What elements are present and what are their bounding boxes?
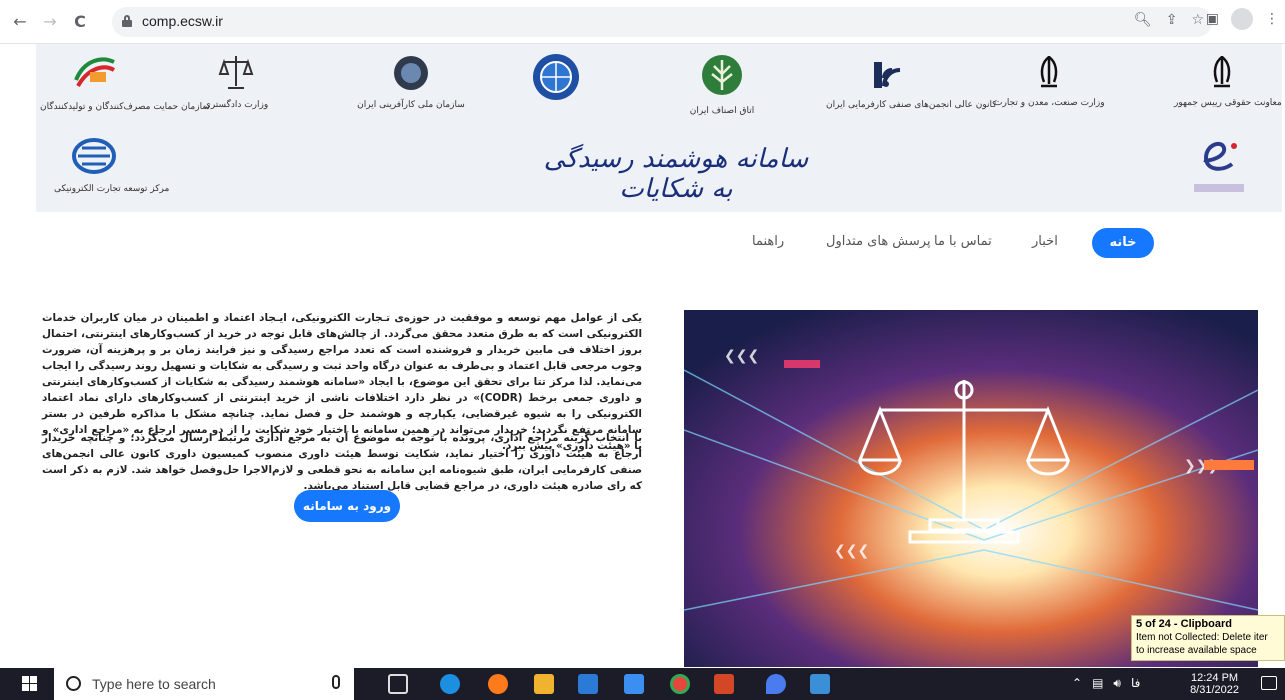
logo-national-entrepreneurship: سازمان ملی کارآفرینی ایران [356,54,466,110]
profile-avatar-icon[interactable] [1231,8,1253,30]
photos-icon[interactable] [810,674,830,694]
file-explorer-icon[interactable] [534,674,554,694]
bookmark-star-icon[interactable]: ☆ [1191,12,1204,28]
mail-icon[interactable] [624,674,644,694]
menu-item-news[interactable]: اخبار [1032,234,1058,249]
microphone-icon[interactable] [332,675,340,689]
enter-system-button[interactable]: ورود به سامانه [294,490,400,522]
signal-waves-icon [874,62,901,88]
address-bar[interactable]: comp.ecsw.ir 🔍︎ ⇪ ☆ [112,7,1212,37]
clipboard-message-line-2: to increase available space [1136,645,1257,656]
globe-seal-icon [533,54,579,100]
system-tray: ⌃ ▤ 🔊︎ فا [1072,676,1140,691]
logo-ministry-industry: وزارت صنعت، معدن و تجارت [994,54,1105,108]
notification-center-icon[interactable] [1261,676,1277,690]
chrome-icon[interactable] [670,674,690,694]
windows-taskbar: Type here to search ⌃ ▤ 🔊︎ فا 12:24 PM 8… [0,668,1285,700]
logo-e-namad [1184,136,1254,192]
logo-ecommerce-center: مرکز توسعه تجارت الکترونیکی [54,136,169,194]
menu-item-home[interactable]: خانه [1092,228,1154,258]
language-indicator[interactable]: فا [1131,676,1140,691]
taskbar-search-input[interactable]: Type here to search [54,668,354,700]
reload-icon[interactable]: C [70,12,90,32]
hero-image: ❮❮❮ ❯❯❯ ❮❮❮ [684,310,1258,667]
volume-icon[interactable]: 🔊︎ [1113,676,1121,691]
cortana-circle-icon [66,676,81,691]
e-globe-icon [72,138,116,174]
clipboard-message-line-1: Item not Collected: Delete iter [1136,632,1268,643]
svg-text:❮❮❮: ❮❮❮ [834,543,869,559]
clipboard-title: 5 of 24 - Clipboard [1136,618,1232,630]
round-seal-icon [394,56,428,90]
firefox-icon[interactable] [488,674,508,694]
url-text: comp.ecsw.ir [142,13,223,29]
side-panel-icon[interactable]: ▣ [1206,11,1219,33]
logo-consumer-protection: سازمان حمایت مصرف‌کنندگان و تولیدکنندگان [40,50,210,112]
iran-emblem-icon [1213,55,1231,88]
clock-time: 12:24 PM [1190,672,1239,684]
lock-icon [122,15,132,27]
logo-chamber-of-commerce [526,52,586,106]
menu-kebab-icon[interactable]: ⋮ [1265,11,1279,33]
back-icon[interactable]: ← [10,12,30,32]
logo-national-guilds-center: کانون عالی انجمن‌های صنفی کارفرمایی ایرا… [826,58,997,110]
menu-item-contact[interactable]: تماس با ما [934,234,992,249]
justice-scales-tech-illustration: ❮❮❮ ❯❯❯ ❮❮❮ [684,310,1258,667]
edge-browser-icon[interactable] [440,674,460,694]
intro-paragraph-2: با انتخاب گزینه مراجع اداری، پرونده با ت… [42,432,642,492]
svg-text:❮❮❮: ❮❮❮ [724,348,759,364]
task-view-icon[interactable] [388,674,408,694]
badge-strip [1194,184,1244,192]
menu-item-guide[interactable]: راهنما [752,234,784,249]
powerpoint-icon[interactable] [714,674,734,694]
iran-emblem-icon [1040,55,1058,88]
store-icon[interactable] [578,674,598,694]
header-banner: معاونت حقوقی رییس جمهور وزارت صنعت، معدن… [36,44,1282,212]
windows-start-icon[interactable] [22,676,38,692]
site-title: سامانه هوشمند رسیدگی به شکایات [543,144,809,204]
clock[interactable]: 12:24 PM 8/31/2022 [1190,672,1239,696]
paint-drop-icon[interactable] [766,674,786,694]
clipboard-notification[interactable]: 5 of 24 - Clipboard Item not Collected: … [1131,615,1285,661]
e-symbol-icon [1203,141,1237,171]
taskbar-search-placeholder: Type here to search [92,676,216,692]
main-menu: راهنما پرسش های متداول تماس با ما اخبار … [740,228,1160,258]
browser-toolbar: ← → C comp.ecsw.ir 🔍︎ ⇪ ☆ ▣ ⋮ [0,0,1285,44]
clock-date: 8/31/2022 [1190,684,1239,696]
zoom-icon[interactable]: 🔍︎ [1134,12,1152,28]
flag-swoosh-icon [74,57,116,88]
wheat-emblem-icon [702,55,742,95]
menu-item-faq[interactable]: پرسش های متداول [826,234,931,249]
forward-icon[interactable]: → [40,12,60,32]
logo-president-legal-affairs: معاونت حقوقی رییس جمهور [1174,54,1282,108]
network-icon[interactable]: ▤ [1092,676,1103,691]
chevron-up-icon[interactable]: ⌃ [1072,676,1082,691]
share-icon[interactable]: ⇪ [1166,12,1178,28]
scales-icon [218,56,254,89]
logo-guilds-chamber: اتاق اصناف ایران [682,52,762,116]
